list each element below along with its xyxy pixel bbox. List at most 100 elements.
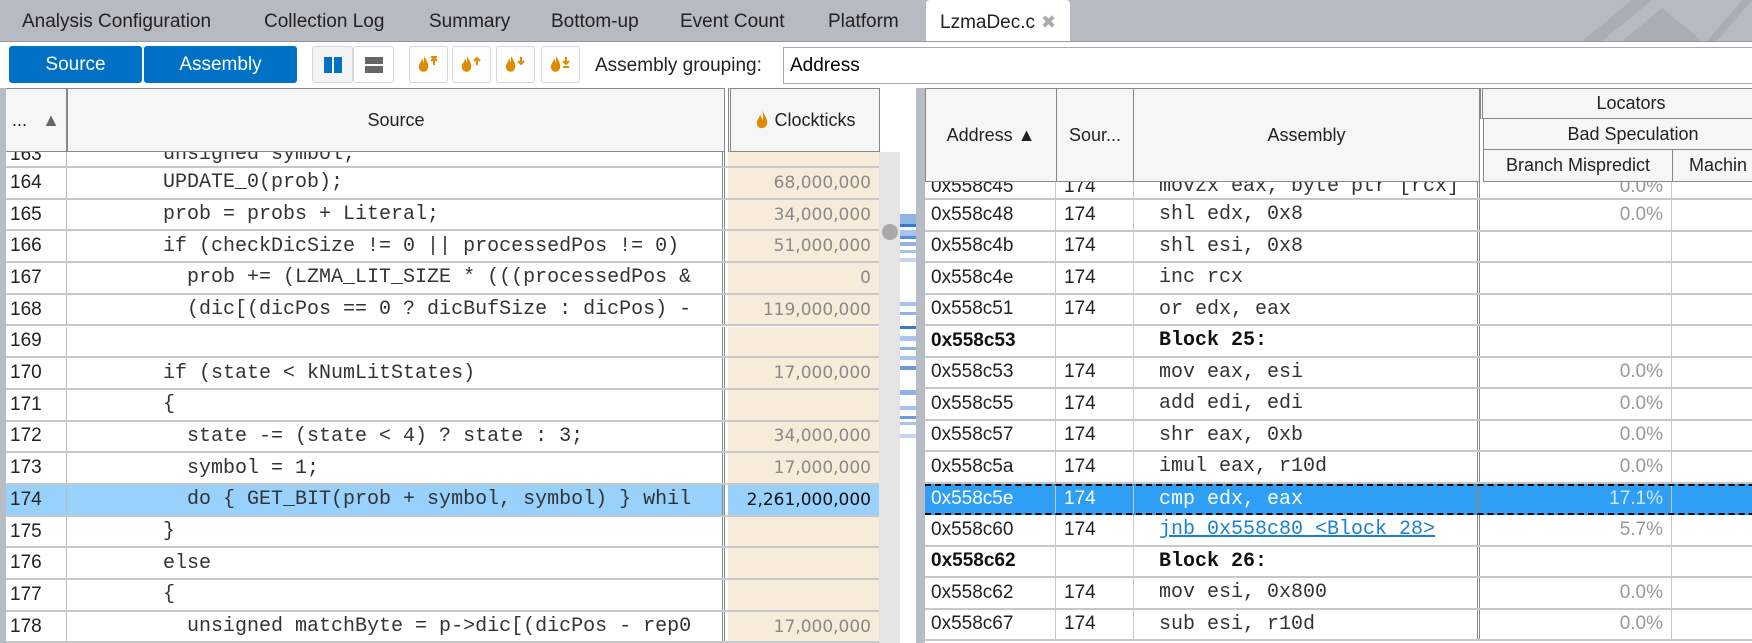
- source-row[interactable]: 176 else: [6, 548, 880, 581]
- assembly-pane: 0x558c45 174 movzx eax, byte ptr [rcx] 0.0%…: [925, 88, 1752, 643]
- assembly-row[interactable]: 0x558c62 174 mov esi, 0x800 0.0%: [925, 578, 1752, 610]
- tab-label: Platform: [828, 11, 899, 32]
- flame-last-hotspot-icon: [550, 56, 570, 72]
- source-row[interactable]: 165 prob = probs + Literal; 34,000,000: [6, 199, 880, 232]
- assembly-row[interactable]: 0x558c57 174 shr eax, 0xb 0.0%: [925, 420, 1752, 452]
- tab-bottom-up[interactable]: Bottom-up: [551, 0, 639, 41]
- assembly-row[interactable]: 0x558c45 174 movzx eax, byte ptr [rcx] 0.0%: [925, 182, 1752, 200]
- assembly-row[interactable]: 0x558c5a 174 imul eax, r10d 0.0%: [925, 452, 1752, 484]
- source-line-column-header[interactable]: Sour...: [1056, 88, 1134, 182]
- source-row[interactable]: 168 (dic[(dicPos == 0 ? dicBufSize : dic…: [6, 294, 880, 327]
- source-row[interactable]: 174 do { GET_BIT(prob + symbol, symbol) …: [6, 485, 880, 517]
- line-header-label: ...: [12, 109, 28, 130]
- source-column-header[interactable]: Source: [67, 88, 725, 152]
- assembly-view-button[interactable]: Assembly: [144, 46, 297, 83]
- source-row[interactable]: 171 {: [6, 389, 880, 422]
- source-row[interactable]: 164 UPDATE_0(prob); 68,000,000: [6, 168, 880, 200]
- assembly-row[interactable]: 0x558c5e 174 cmp edx, eax 17.1%: [925, 483, 1752, 515]
- assembly-row[interactable]: 0x558c4b 174 shl esi, 0x8: [925, 231, 1752, 263]
- branch-mispredict-value: [1483, 263, 1672, 293]
- line-number: 168: [6, 294, 67, 325]
- branch-mispredict-column-header[interactable]: Branch Mispredict: [1483, 149, 1673, 182]
- tab-label: Summary: [429, 11, 511, 32]
- flame-first-hotspot-button[interactable]: [409, 46, 448, 83]
- machine-clears-value: [1672, 326, 1752, 356]
- sort-ascending-icon: ▲: [42, 109, 60, 130]
- branch-mispredict-value: [1483, 294, 1672, 324]
- clockticks-value: [728, 548, 879, 579]
- block-header-row[interactable]: 0x558c62 Block 26:: [925, 546, 1752, 578]
- line-number: 166: [6, 231, 67, 262]
- machine-clears-value: [1672, 486, 1752, 514]
- tab-collection-log[interactable]: Collection Log: [264, 0, 384, 41]
- assembly-row[interactable]: 0x558c53 174 mov eax, esi 0.0%: [925, 357, 1752, 389]
- split-columns-icon: [323, 57, 342, 73]
- line-column-header[interactable]: ... ▲: [6, 88, 67, 152]
- source-code: do { GET_BIT(prob + symbol, symbol) } wh…: [67, 485, 725, 515]
- address-cell: 0x558c48: [925, 200, 1056, 230]
- assembly-column-header[interactable]: Assembly: [1133, 88, 1480, 182]
- machine-clears-value: [1672, 515, 1752, 545]
- source-row[interactable]: 175 }: [6, 516, 880, 549]
- minimap-hotspot-marker: [900, 326, 916, 329]
- source-row[interactable]: 173 symbol = 1; 17,000,000: [6, 453, 880, 485]
- source-row[interactable]: 178 unsigned matchByte = p->dic[(dicPos …: [6, 611, 880, 643]
- scrollbar-thumb[interactable]: [882, 224, 898, 240]
- source-row[interactable]: 166 if (checkDicSize != 0 || processedPo…: [6, 231, 880, 264]
- source-code: UPDATE_0(prob);: [67, 168, 725, 198]
- branch-mispredict-value: [1483, 546, 1672, 576]
- line-number: 178: [6, 611, 67, 642]
- source-view-button[interactable]: Source: [9, 46, 142, 83]
- flame-next-hotspot-button[interactable]: [496, 46, 535, 83]
- assembly-row[interactable]: 0x558c55 174 add edi, edi 0.0%: [925, 389, 1752, 421]
- line-number: 170: [6, 358, 67, 388]
- assembly-header-label: Assembly: [1267, 124, 1346, 145]
- minimap-hotspot-marker: [900, 214, 916, 224]
- pane-splitter[interactable]: [916, 88, 925, 643]
- assembly-row[interactable]: 0x558c4e 174 inc rcx: [925, 263, 1752, 295]
- assembly-instruction: add edi, edi: [1133, 389, 1480, 419]
- stacked-layout-button[interactable]: [353, 46, 394, 83]
- assembly-grouping-select[interactable]: [783, 47, 1752, 84]
- tab-analysis-configuration[interactable]: Analysis Configuration: [22, 0, 211, 41]
- vertical-scrollbar[interactable]: [879, 152, 900, 643]
- close-tab-icon[interactable]: ✖: [1041, 12, 1056, 32]
- minimap-hotspot-marker: [900, 434, 916, 438]
- machine-clears-column-header[interactable]: Machin: [1672, 149, 1752, 182]
- assembly-row[interactable]: 0x558c67 174 sub esi, r10d 0.0%: [925, 609, 1752, 641]
- line-number: 171: [6, 389, 67, 420]
- minimap-hotspot-marker: [900, 416, 916, 419]
- source-row[interactable]: 163 unsigned symbol;: [6, 152, 880, 168]
- source-row[interactable]: 172 state -= (state < 4) ? state : 3; 34,…: [6, 421, 880, 454]
- tab-event-count[interactable]: Event Count: [680, 0, 785, 41]
- assembly-row[interactable]: 0x558c60 174 jnb 0x558c80 <Block 28> 5.7%: [925, 515, 1752, 547]
- tab-lzmadec-c[interactable]: LzmaDec.c ✖: [926, 0, 1071, 41]
- assembly-instruction: mov eax, esi: [1133, 357, 1480, 387]
- side-by-side-layout-button[interactable]: [312, 46, 353, 83]
- clockticks-value: 17,000,000: [728, 611, 879, 642]
- source-row[interactable]: 170 if (state < kNumLitStates) 17,000,000: [6, 358, 880, 390]
- address-column-header[interactable]: Address ▲: [925, 88, 1057, 182]
- clockticks-column-header[interactable]: Clockticks: [728, 88, 880, 152]
- line-number: 175: [6, 516, 67, 547]
- flame-prev-hotspot-icon: [461, 56, 481, 72]
- tab-platform[interactable]: Platform: [828, 0, 899, 41]
- source-row[interactable]: 169: [6, 326, 880, 359]
- source-row[interactable]: 177 {: [6, 580, 880, 612]
- flame-prev-hotspot-button[interactable]: [452, 46, 491, 83]
- machine-clears-value: [1672, 578, 1752, 608]
- block-header-row[interactable]: 0x558c53 Block 25:: [925, 326, 1752, 358]
- source-line-cell: 174: [1056, 357, 1134, 387]
- assembly-row[interactable]: 0x558c48 174 shl edx, 0x8 0.0%: [925, 200, 1752, 232]
- machine-clears-value: [1672, 232, 1752, 262]
- branch-mispredict-value: 0.0%: [1483, 452, 1672, 482]
- assembly-row[interactable]: 0x558c51 174 or edx, eax: [925, 294, 1752, 326]
- flame-last-hotspot-button[interactable]: [541, 46, 580, 83]
- toolbar: Source Assembly Assembly grouping:: [0, 41, 1752, 88]
- tab-label: Bottom-up: [551, 11, 639, 32]
- line-number: 163: [6, 152, 67, 166]
- hotspot-minimap[interactable]: [900, 152, 916, 643]
- jump-target-link[interactable]: jnb 0x558c80 <Block 28>: [1159, 518, 1435, 541]
- tab-summary[interactable]: Summary: [429, 0, 510, 41]
- source-row[interactable]: 167 prob += (LZMA_LIT_SIZE * (((processe…: [6, 263, 880, 295]
